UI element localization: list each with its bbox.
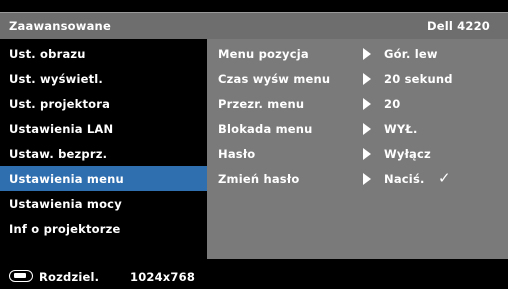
projector-model: Dell 4220	[426, 19, 490, 33]
monitor-connector-icon	[9, 270, 33, 282]
menu-item-wireless-settings[interactable]: Ustaw. bezprz.	[0, 141, 207, 166]
menu-item-label: Ustawienia mocy	[9, 197, 122, 211]
menu-item-label: Ust. wyświetl.	[9, 72, 103, 86]
arrow-right-icon	[363, 98, 371, 110]
setting-password[interactable]: Hasło Wyłącz	[207, 141, 508, 166]
main-menu: Ust. obrazu Ust. wyświetl. Ust. projekto…	[0, 39, 207, 259]
setting-menu-transparency[interactable]: Przezr. menu 20	[207, 91, 508, 116]
menu-item-display-settings[interactable]: Ust. wyświetl.	[0, 66, 207, 91]
setting-value: Wyłącz	[384, 147, 431, 161]
menu-item-label: Ustaw. bezprz.	[9, 147, 108, 161]
setting-value: Gór. lew	[384, 47, 438, 61]
arrow-right-icon	[363, 73, 371, 85]
menu-item-label: Ustawienia LAN	[9, 122, 114, 136]
arrow-right-icon	[363, 48, 371, 60]
menu-item-projector-settings[interactable]: Ust. projektora	[0, 91, 207, 116]
settings-panel: Menu pozycja Gór. lew Czas wyśw menu 20 …	[207, 39, 508, 259]
setting-change-password[interactable]: Zmień hasło Naciś. ✓	[207, 166, 508, 191]
setting-menu-lock[interactable]: Blokada menu WYŁ.	[207, 116, 508, 141]
checkmark-icon: ✓	[438, 169, 451, 187]
arrow-right-icon	[363, 148, 371, 160]
setting-menu-timeout[interactable]: Czas wyśw menu 20 sekund	[207, 66, 508, 91]
menu-item-menu-settings[interactable]: Ustawienia menu	[0, 166, 207, 191]
menu-item-label: Ustawienia menu	[9, 172, 124, 186]
menu-title: Zaawansowane	[9, 19, 111, 33]
resolution-value: 1024x768	[130, 270, 196, 284]
setting-label: Czas wyśw menu	[218, 72, 331, 86]
menu-item-image-settings[interactable]: Ust. obrazu	[0, 41, 207, 66]
menu-item-label: Ust. obrazu	[9, 47, 86, 61]
setting-label: Hasło	[218, 147, 256, 161]
osd-header: Zaawansowane Dell 4220	[0, 12, 508, 40]
setting-label: Zmień hasło	[218, 172, 300, 186]
setting-label: Przezr. menu	[218, 97, 305, 111]
setting-value: 20 sekund	[384, 72, 453, 86]
menu-item-label: Inf o projektorze	[9, 222, 121, 236]
menu-item-lan-settings[interactable]: Ustawienia LAN	[0, 116, 207, 141]
menu-item-label: Ust. projektora	[9, 97, 111, 111]
setting-label: Menu pozycja	[218, 47, 309, 61]
status-bar: Rozdziel. 1024x768	[0, 262, 508, 289]
setting-value: 20	[384, 97, 401, 111]
menu-item-projector-info[interactable]: Inf o projektorze	[0, 216, 207, 241]
setting-value: Naciś.	[384, 172, 425, 186]
setting-label: Blokada menu	[218, 122, 313, 136]
menu-item-power-settings[interactable]: Ustawienia mocy	[0, 191, 207, 216]
arrow-right-icon	[363, 123, 371, 135]
setting-menu-position[interactable]: Menu pozycja Gór. lew	[207, 41, 508, 66]
resolution-label: Rozdziel.	[39, 270, 100, 284]
setting-value: WYŁ.	[384, 122, 418, 136]
arrow-right-icon	[363, 173, 371, 185]
